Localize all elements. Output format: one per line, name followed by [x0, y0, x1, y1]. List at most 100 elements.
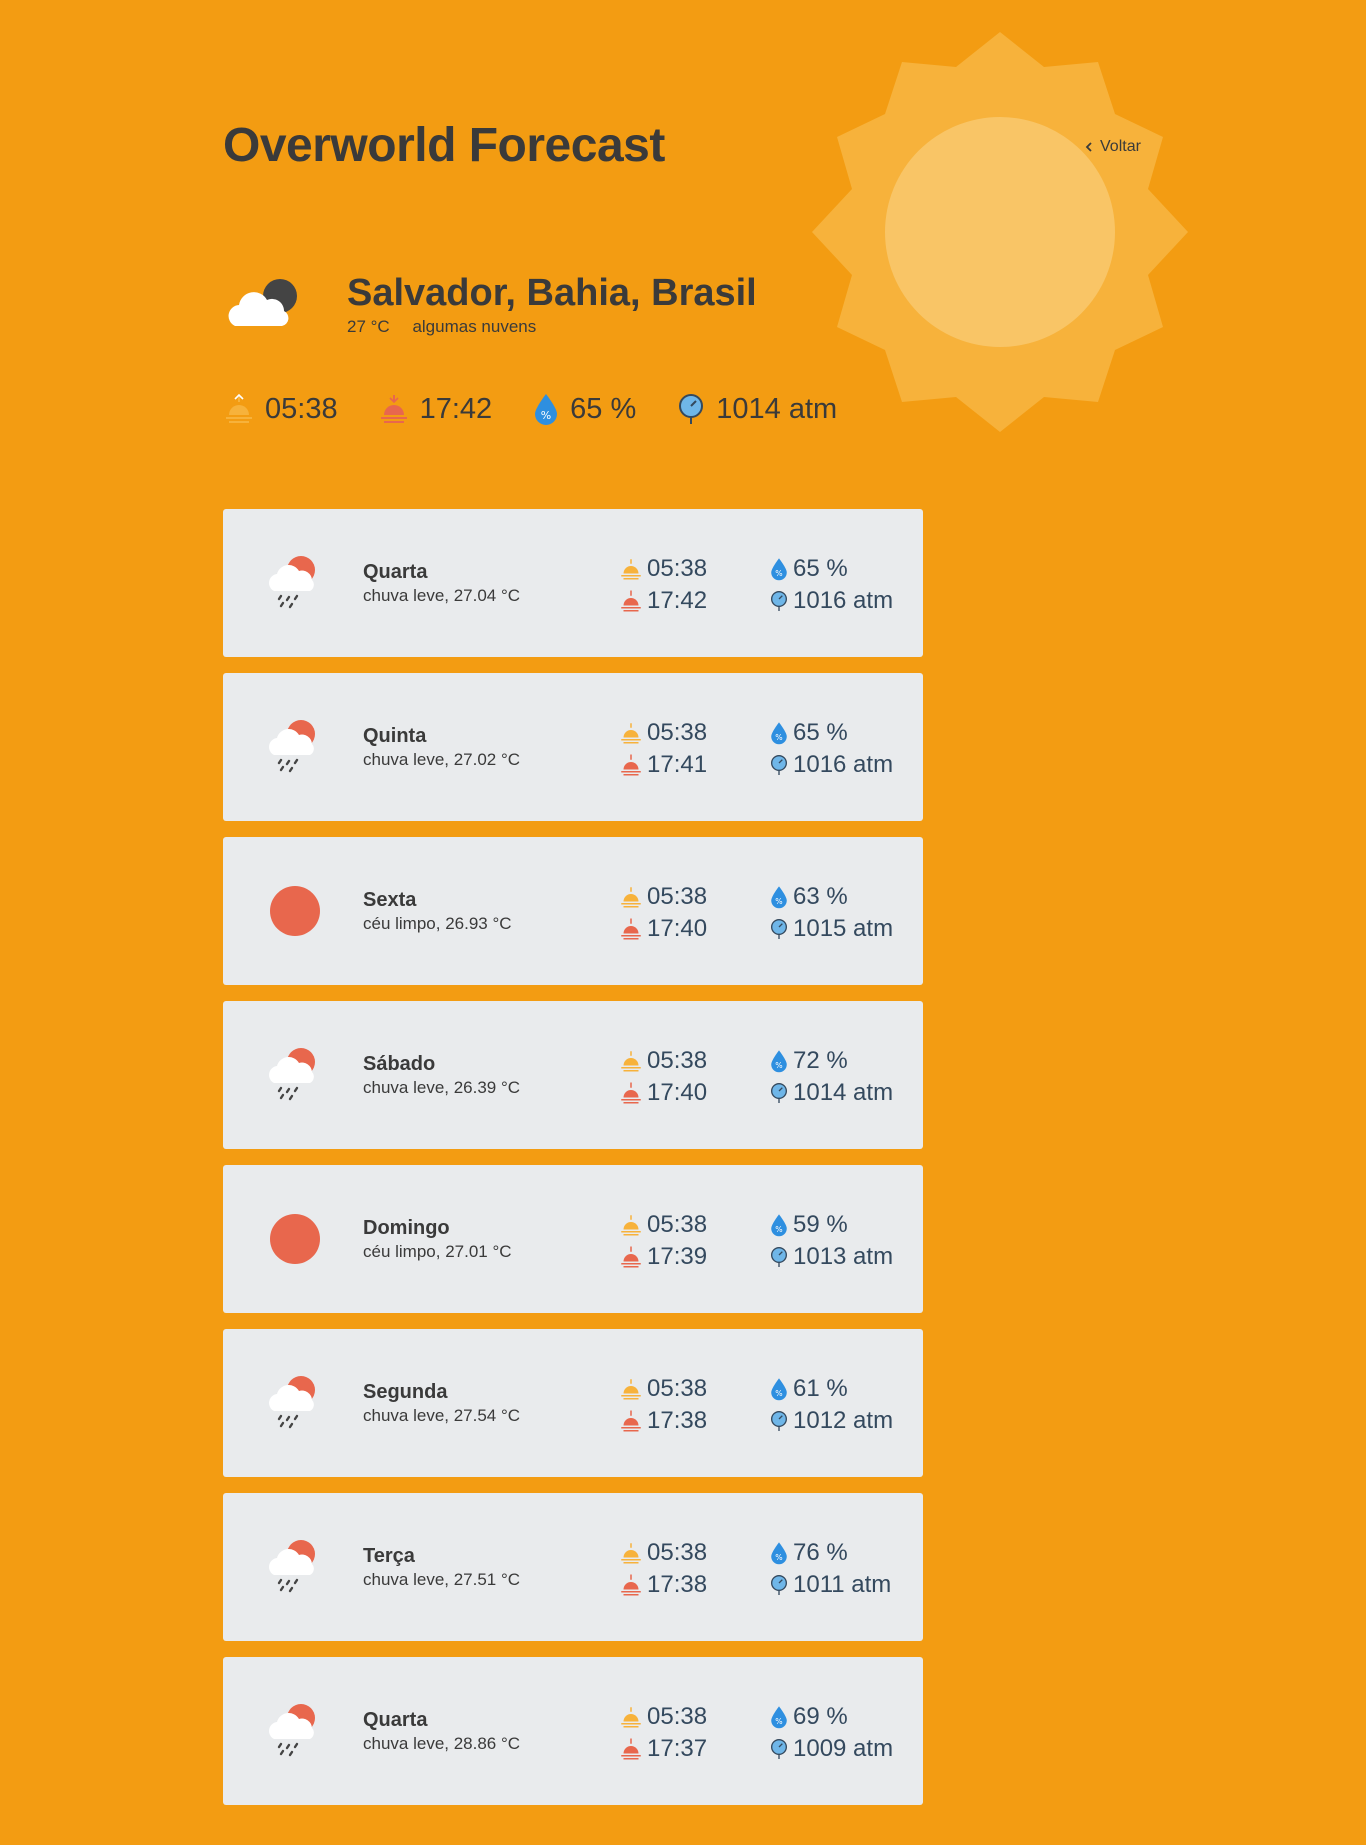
- forecast-humidity: % 65 %: [769, 717, 893, 749]
- sunrise-icon: [621, 1051, 641, 1072]
- current-sunrise-value: 05:38: [265, 392, 338, 425]
- forecast-description: céu limpo, 26.93 °C: [363, 914, 512, 933]
- forecast-sunrise-value: 05:38: [647, 1539, 708, 1566]
- sun-icon: [270, 886, 320, 936]
- forecast-card: Quarta chuva leve, 28.86 °C 05:38 17:37 …: [223, 1657, 923, 1805]
- current-summary: 27 °C algumas nuvens: [347, 317, 757, 337]
- cloud-moon-icon: [228, 279, 297, 326]
- forecast-sunset: 17:37: [619, 1733, 707, 1765]
- forecast-sunrise: 05:38: [619, 1537, 707, 1569]
- sunrise-icon: [621, 1379, 641, 1400]
- forecast-pressure-value: 1012 atm: [793, 1407, 894, 1434]
- back-link[interactable]: Voltar: [1084, 138, 1141, 156]
- svg-text:%: %: [775, 897, 782, 906]
- barometer-icon: [771, 755, 787, 775]
- forecast-list: Quarta chuva leve, 27.04 °C 05:38 17:42 …: [223, 509, 923, 1821]
- forecast-card: Quinta chuva leve, 27.02 °C 05:38 17:41 …: [223, 673, 923, 821]
- forecast-humidity-value: 65 %: [793, 719, 848, 746]
- current-pressure: 1014 atm: [676, 393, 837, 426]
- forecast-description: céu limpo, 27.01 °C: [363, 1242, 512, 1261]
- rain-cloud-sun-icon: [269, 720, 315, 773]
- current-humidity-value: 65 %: [570, 392, 637, 425]
- sun-background-icon: [812, 32, 1188, 432]
- forecast-pressure-value: 1014 atm: [793, 1079, 894, 1106]
- forecast-pressure: 1014 atm: [769, 1077, 893, 1109]
- forecast-humidity-value: 65 %: [793, 555, 848, 582]
- current-weather: Salvador, Bahia, Brasil 27 °C algumas nu…: [223, 270, 757, 340]
- humidity-drop-icon: %: [771, 1050, 787, 1073]
- forecast-pressure-value: 1016 atm: [793, 751, 894, 778]
- svg-text:%: %: [541, 409, 551, 422]
- forecast-pressure: 1013 atm: [769, 1241, 893, 1273]
- barometer-icon: [771, 591, 787, 611]
- rain-cloud-sun-icon: [269, 1376, 315, 1429]
- sunset-icon: [380, 395, 407, 423]
- forecast-card: Segunda chuva leve, 27.54 °C 05:38 17:38…: [223, 1329, 923, 1477]
- current-humidity: % 65 %: [532, 392, 636, 426]
- svg-text:%: %: [775, 1061, 782, 1070]
- sun-icon: [270, 1214, 320, 1264]
- forecast-sunrise: 05:38: [619, 1373, 707, 1405]
- forecast-sunrise-value: 05:38: [647, 555, 708, 582]
- forecast-sunset-value: 17:37: [647, 1735, 708, 1762]
- sunset-icon: [621, 1574, 641, 1596]
- forecast-card: Domingo céu limpo, 27.01 °C 05:38 17:39 …: [223, 1165, 923, 1313]
- current-temperature: 27 °C: [347, 316, 390, 336]
- sunset-icon: [621, 1410, 641, 1432]
- back-label: Voltar: [1100, 138, 1141, 155]
- rain-cloud-sun-icon: [269, 1048, 315, 1101]
- forecast-humidity-value: 59 %: [793, 1211, 848, 1238]
- forecast-sunset: 17:38: [619, 1405, 707, 1437]
- forecast-sunrise-value: 05:38: [647, 1375, 708, 1402]
- humidity-drop-icon: %: [771, 1214, 787, 1237]
- forecast-day: Quarta: [363, 1709, 428, 1731]
- svg-text:%: %: [775, 1389, 782, 1398]
- forecast-humidity: % 76 %: [769, 1537, 891, 1569]
- current-pressure-value: 1014 atm: [716, 392, 838, 425]
- humidity-drop-icon: %: [771, 558, 787, 581]
- humidity-drop-icon: %: [771, 886, 787, 909]
- forecast-sunrise-value: 05:38: [647, 1703, 708, 1730]
- forecast-description: chuva leve, 27.04 °C: [363, 586, 521, 605]
- forecast-humidity: % 72 %: [769, 1045, 893, 1077]
- forecast-card: Sexta céu limpo, 26.93 °C 05:38 17:40 % …: [223, 837, 923, 985]
- svg-text:%: %: [775, 569, 782, 578]
- forecast-sunset: 17:41: [619, 749, 707, 781]
- forecast-description: chuva leve, 27.51 °C: [363, 1570, 521, 1589]
- barometer-icon: [679, 394, 704, 424]
- forecast-day: Domingo: [363, 1217, 450, 1239]
- city-name: Salvador, Bahia, Brasil: [347, 272, 757, 315]
- forecast-humidity-value: 72 %: [793, 1047, 848, 1074]
- svg-text:%: %: [775, 733, 782, 742]
- sunset-icon: [621, 1246, 641, 1268]
- forecast-sunset: 17:39: [619, 1241, 707, 1273]
- forecast-card: Terça chuva leve, 27.51 °C 05:38 17:38 %…: [223, 1493, 923, 1641]
- forecast-pressure: 1009 atm: [769, 1733, 893, 1765]
- forecast-sunset: 17:40: [619, 913, 707, 945]
- sunrise-icon: [621, 559, 641, 580]
- forecast-day: Sábado: [363, 1053, 436, 1075]
- humidity-drop-icon: %: [771, 1542, 787, 1565]
- humidity-drop-icon: %: [771, 1378, 787, 1401]
- forecast-sunrise-value: 05:38: [647, 1211, 708, 1238]
- sunset-icon: [621, 754, 641, 776]
- forecast-pressure-value: 1009 atm: [793, 1735, 894, 1762]
- forecast-pressure-value: 1013 atm: [793, 1243, 894, 1270]
- forecast-sunrise: 05:38: [619, 717, 707, 749]
- forecast-pressure: 1011 atm: [769, 1569, 891, 1601]
- forecast-description: chuva leve, 28.86 °C: [363, 1734, 521, 1753]
- forecast-day: Quinta: [363, 725, 427, 747]
- sunrise-icon: [226, 393, 252, 423]
- sunrise-icon: [621, 1707, 641, 1728]
- svg-text:%: %: [775, 1717, 782, 1726]
- page-title: Overworld Forecast: [223, 119, 665, 172]
- forecast-sunrise: 05:38: [619, 1701, 707, 1733]
- forecast-day: Sexta: [363, 889, 417, 911]
- forecast-day: Terça: [363, 1545, 415, 1567]
- forecast-sunset: 17:38: [619, 1569, 707, 1601]
- barometer-icon: [771, 1083, 787, 1103]
- barometer-icon: [771, 1247, 787, 1267]
- humidity-drop-icon: %: [771, 722, 787, 745]
- current-sunset: 17:42: [378, 393, 492, 426]
- forecast-pressure: 1016 atm: [769, 749, 893, 781]
